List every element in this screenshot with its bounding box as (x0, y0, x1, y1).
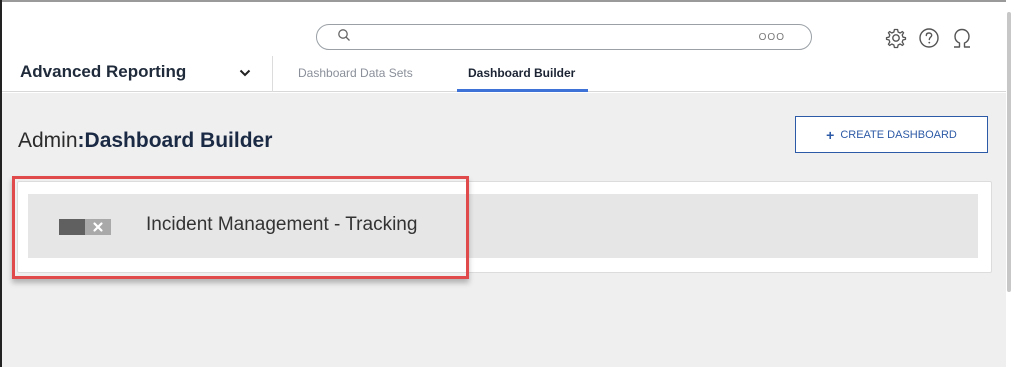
page-title: Admin:Dashboard Builder (18, 129, 272, 153)
create-dashboard-label: CREATE DASHBOARD (840, 128, 957, 141)
dashboard-list: Incident Management - Tracking (17, 181, 992, 273)
page-title-separator: : (77, 129, 85, 152)
tab-dashboard-data-sets[interactable]: Dashboard Data Sets (298, 66, 413, 80)
main-content: Admin:Dashboard Builder + CREATE DASHBOA… (2, 93, 1006, 367)
page-title-name: Dashboard Builder (84, 129, 273, 152)
window-left-border (0, 0, 2, 367)
help-icon[interactable] (917, 26, 941, 50)
create-dashboard-button[interactable]: + CREATE DASHBOARD (795, 116, 988, 153)
active-tab-indicator (457, 89, 588, 92)
user-icon[interactable] (950, 26, 974, 50)
app-window: OOO Advanced Reporting Dashboard Data Se… (0, 0, 1012, 367)
gear-icon[interactable] (884, 26, 908, 50)
search-input[interactable]: OOO (316, 24, 812, 50)
list-item[interactable]: Incident Management - Tracking (28, 194, 978, 258)
dashboard-name[interactable]: Incident Management - Tracking (146, 214, 417, 236)
top-bar: OOO (2, 2, 1006, 56)
search-more-label[interactable]: OOO (759, 32, 785, 43)
nav-divider (272, 56, 273, 92)
module-selector[interactable]: Advanced Reporting (20, 62, 186, 82)
chevron-down-icon[interactable] (239, 68, 251, 78)
toggle-switch[interactable] (59, 219, 111, 235)
plus-icon: + (826, 126, 835, 143)
search-icon (338, 29, 350, 41)
scrollbar-thumb[interactable] (1007, 12, 1011, 292)
navigation-bar: Advanced Reporting Dashboard Data Sets D… (2, 56, 1006, 92)
tab-dashboard-builder[interactable]: Dashboard Builder (468, 66, 575, 80)
page-title-prefix: Admin (18, 129, 78, 152)
